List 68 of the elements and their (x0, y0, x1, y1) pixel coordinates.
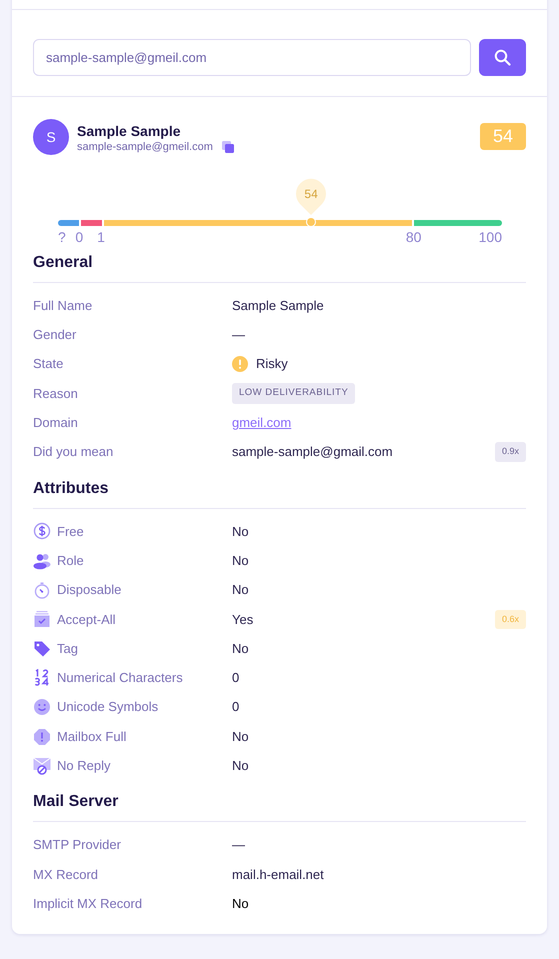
multiplier-badge: 0.9x (494, 442, 526, 462)
avatar: S (33, 119, 69, 155)
scale-tick-label: 1 (97, 229, 105, 245)
tag-icon (33, 640, 51, 658)
people-icon (33, 552, 51, 570)
field-label: Full Name (33, 296, 92, 315)
field-label: Numerical Characters (57, 669, 183, 688)
score-marker-thumb (306, 217, 316, 227)
scale-segment (58, 220, 79, 226)
field-label: Did you mean (33, 443, 114, 462)
section-heading: General (33, 251, 526, 283)
field-label: Role (57, 552, 84, 570)
profile-name: Sample Sample (77, 123, 182, 140)
field-label: Implicit MX Record (33, 894, 142, 913)
copy-icon[interactable] (220, 140, 235, 154)
section-heading: Mail Server (33, 790, 526, 822)
field-label: Unicode Symbols (57, 698, 158, 716)
field-label: Domain (33, 414, 78, 432)
stopwatch-icon (33, 581, 51, 600)
field-value: 0 (232, 698, 240, 716)
field-label: No Reply (57, 757, 110, 776)
field-value: No (232, 581, 249, 600)
warning-icon (33, 728, 51, 746)
inbox-check-icon (33, 610, 51, 628)
field-label: Disposable (57, 581, 122, 600)
field-label: Free (57, 522, 84, 541)
scale-tick-label: 80 (406, 229, 422, 245)
scale-segment (80, 220, 102, 226)
field-value: No (232, 894, 249, 913)
field-value: No (232, 522, 249, 541)
state-value: Risky (256, 355, 288, 374)
field-value: sample-sample@gmail.com (232, 443, 393, 462)
field-value: — (232, 836, 245, 854)
field-value: No (232, 640, 249, 658)
section-heading: Attributes (33, 476, 526, 509)
field-value: No (232, 552, 249, 570)
numbers-icon (33, 668, 51, 687)
field-value: Sample Sample (232, 296, 324, 315)
scale-tick-label: 0 (75, 229, 84, 245)
field-value: 0 (232, 669, 240, 688)
scale-tick-label: 100 (478, 229, 502, 245)
email-search-field[interactable]: sample-sample@gmeil.com (33, 39, 471, 76)
field-value: No (232, 728, 249, 746)
field-value: — (232, 326, 245, 344)
field-label: SMTP Provider (33, 836, 121, 854)
domain-link[interactable]: gmeil.com (232, 413, 292, 433)
score-badge: 54 (480, 123, 526, 150)
warning-icon (232, 356, 248, 372)
field-label: MX Record (33, 866, 98, 884)
profile-email: sample-sample@gmeil.com (77, 140, 213, 154)
reason-tag: LOW DELIVERABILITY (232, 383, 356, 404)
field-value: No (232, 757, 249, 776)
smiley-icon (33, 698, 51, 716)
search-icon (494, 49, 511, 66)
scale-tick-label: ? (58, 229, 66, 245)
search-button[interactable] (479, 39, 526, 76)
score-marker-bubble: 54 (295, 177, 328, 215)
field-label: Gender (33, 326, 76, 344)
field-label: Accept-All (57, 610, 116, 629)
field-label: Mailbox Full (57, 728, 126, 746)
field-label: State (33, 355, 64, 374)
field-value: mail.h-email.net (232, 866, 324, 884)
field-value: Yes (232, 610, 254, 629)
envelope-blocked-icon (33, 756, 51, 775)
dollar-icon (33, 522, 51, 540)
multiplier-badge: 0.6x (494, 610, 526, 630)
field-label: Tag (57, 640, 78, 658)
field-label: Reason (33, 384, 78, 403)
